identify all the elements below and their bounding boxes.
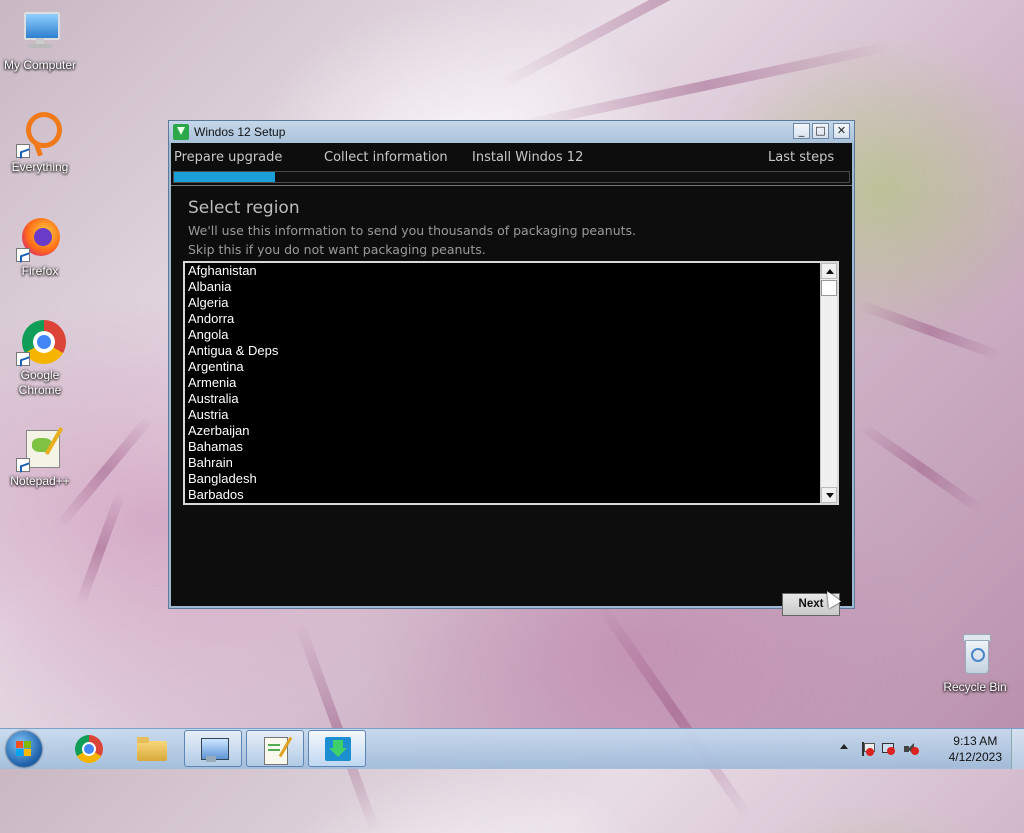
region-list-item[interactable]: Armenia xyxy=(187,375,819,391)
folder-icon xyxy=(137,735,167,761)
step-prepare-upgrade: Prepare upgrade xyxy=(174,150,283,165)
setup-download-icon xyxy=(173,124,189,140)
desktop-icon-label: Recycle Bin xyxy=(943,680,1007,694)
divider xyxy=(171,185,852,186)
control-panel-icon xyxy=(200,736,229,762)
setup-steps: Prepare upgrade Collect information Inst… xyxy=(171,143,852,169)
start-button[interactable] xyxy=(6,731,42,767)
setup-client-area: Prepare upgrade Collect information Inst… xyxy=(171,143,852,616)
chrome-icon xyxy=(16,318,66,366)
step-install: Install Windos 12 xyxy=(472,150,584,165)
setup-progress-fill xyxy=(174,172,276,182)
action-center-flag-icon[interactable] xyxy=(860,742,875,756)
region-list-item[interactable]: Andorra xyxy=(187,311,819,327)
maximize-button[interactable]: □ xyxy=(812,123,829,139)
volume-muted-icon[interactable] xyxy=(904,742,919,756)
chrome-icon xyxy=(75,735,103,763)
region-list-item[interactable]: Bangladesh xyxy=(187,471,819,487)
region-list-item[interactable]: Azerbaijan xyxy=(187,423,819,439)
listbox-scrollbar[interactable] xyxy=(820,263,837,503)
setup-download-icon xyxy=(324,736,352,762)
show-hidden-icons-icon[interactable] xyxy=(840,744,848,749)
taskbar: 9:13 AM 4/12/2023 xyxy=(0,728,1024,769)
network-icon[interactable] xyxy=(882,742,896,756)
desktop-icon-my-computer[interactable]: My Computer xyxy=(0,8,80,73)
desktop-icon-everything[interactable]: Everything xyxy=(0,110,80,175)
desktop-icon-label: Firefox xyxy=(21,264,59,278)
step-last-steps: Last steps xyxy=(768,150,835,165)
region-list: Afghanistan Albania Algeria Andorra Angola An… xyxy=(187,263,819,503)
setup-taskbar-item[interactable] xyxy=(308,730,366,767)
region-list-item[interactable]: Antigua & Deps xyxy=(187,343,819,359)
explorer-taskbar-item[interactable] xyxy=(122,730,180,767)
description-line-2: Skip this if you do not want packaging p… xyxy=(188,242,486,257)
clock-time: 9:13 AM xyxy=(953,734,998,748)
clock-date: 4/12/2023 xyxy=(948,750,1002,764)
region-list-item[interactable]: Austria xyxy=(187,407,819,423)
window-title: Windos 12 Setup xyxy=(194,125,286,139)
region-list-item[interactable]: Bahamas xyxy=(187,439,819,455)
everything-icon xyxy=(16,110,64,158)
desktop-icon-label: Google Chrome xyxy=(18,368,62,397)
page-title: Select region xyxy=(188,198,300,218)
title-bar[interactable]: Windos 12 Setup _ □ ✕ xyxy=(169,121,854,143)
scroll-down-button[interactable] xyxy=(821,487,837,503)
region-list-item[interactable]: Afghanistan xyxy=(187,263,819,279)
clock[interactable]: 9:13 AM 4/12/2023 xyxy=(949,733,1002,765)
setup-progress-bar xyxy=(173,171,850,183)
desktop-icon-firefox[interactable]: Firefox xyxy=(0,214,80,279)
scroll-up-button[interactable] xyxy=(821,263,837,279)
notepad-taskbar-item[interactable] xyxy=(246,730,304,767)
shortcut-arrow-icon xyxy=(16,248,30,262)
region-list-item[interactable]: Albania xyxy=(187,279,819,295)
desktop-icon-label: Everything xyxy=(11,160,69,174)
region-list-item[interactable]: Argentina xyxy=(187,359,819,375)
shortcut-arrow-icon xyxy=(16,144,30,158)
region-listbox[interactable]: Afghanistan Albania Algeria Andorra Angola An… xyxy=(183,261,839,505)
desktop-icon-recycle-bin[interactable]: Recycle Bin xyxy=(935,630,1015,695)
show-desktop-button[interactable] xyxy=(1011,729,1024,769)
step-collect-information: Collect information xyxy=(324,150,448,165)
computer-icon xyxy=(16,8,64,56)
firefox-icon xyxy=(16,214,64,262)
chrome-taskbar-item[interactable] xyxy=(60,730,118,767)
region-list-item[interactable]: Barbados xyxy=(187,487,819,503)
shortcut-arrow-icon xyxy=(16,352,30,366)
region-list-item[interactable]: Algeria xyxy=(187,295,819,311)
control-panel-taskbar-item[interactable] xyxy=(184,730,242,767)
region-list-item[interactable]: Angola xyxy=(187,327,819,343)
desktop-icon-google-chrome[interactable]: Google Chrome xyxy=(0,318,80,398)
notepad-plus-plus-icon xyxy=(16,424,64,472)
region-list-item[interactable]: Bahrain xyxy=(187,455,819,471)
notepad-icon xyxy=(262,736,293,765)
scroll-thumb[interactable] xyxy=(821,280,837,296)
system-tray: 9:13 AM 4/12/2023 xyxy=(834,729,1024,769)
shortcut-arrow-icon xyxy=(16,458,30,472)
desktop-icon-notepad-plus-plus[interactable]: Notepad++ xyxy=(0,424,80,489)
region-list-item[interactable]: Australia xyxy=(187,391,819,407)
windows-logo-icon xyxy=(16,741,32,757)
setup-window: Windos 12 Setup _ □ ✕ Prepare upgrade Co… xyxy=(168,120,855,616)
recycle-bin-icon xyxy=(951,630,999,678)
close-button[interactable]: ✕ xyxy=(833,123,850,139)
description-line-1: We'll use this information to send you t… xyxy=(188,223,636,238)
desktop-icon-label: My Computer xyxy=(3,58,77,72)
minimize-button[interactable]: _ xyxy=(793,123,810,139)
desktop-icon-label: Notepad++ xyxy=(10,474,70,488)
